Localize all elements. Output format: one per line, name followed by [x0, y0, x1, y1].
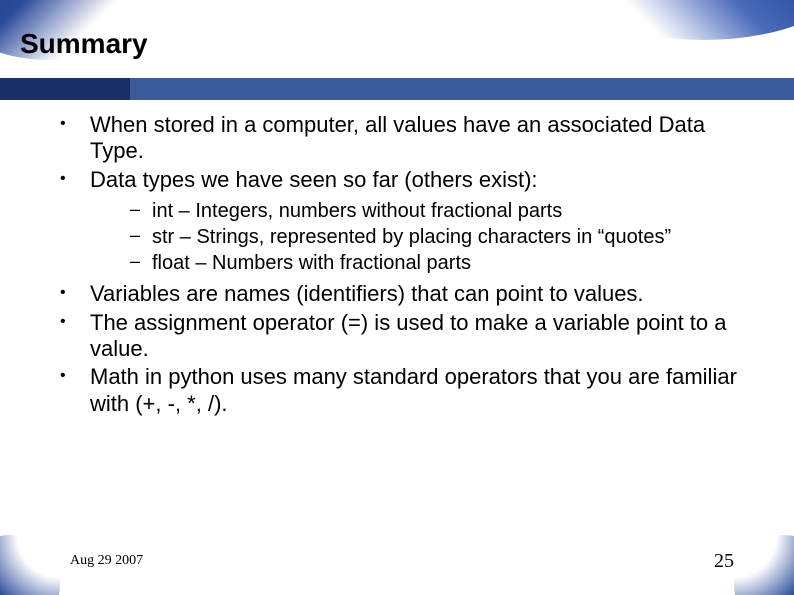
sub-bullet-item: str – Strings, represented by placing ch… [130, 225, 760, 249]
bullet-text: Math in python uses many standard operat… [90, 364, 737, 415]
bullet-item: When stored in a computer, all values ha… [70, 112, 760, 165]
corner-decoration-bottom-left [0, 535, 60, 595]
sub-bullet-item: int – Integers, numbers without fraction… [130, 199, 760, 223]
slide-content: When stored in a computer, all values ha… [40, 112, 760, 419]
title-bar [0, 78, 794, 100]
bullet-item: The assignment operator (=) is used to m… [70, 310, 760, 363]
footer-date: Aug 29 2007 [70, 553, 143, 569]
corner-decoration-top-right [594, 0, 794, 40]
slide-title: Summary [20, 28, 148, 60]
bullet-text: Variables are names (identifiers) that c… [90, 281, 644, 306]
bullet-text: When stored in a computer, all values ha… [90, 112, 705, 163]
footer-page-number: 25 [714, 550, 734, 573]
corner-decoration-bottom-right [734, 535, 794, 595]
bullet-item: Data types we have seen so far (others e… [70, 167, 760, 275]
sub-bullet-item: float – Numbers with fractional parts [130, 251, 760, 275]
bullet-text: Data types we have seen so far (others e… [90, 167, 538, 192]
bullet-text: The assignment operator (=) is used to m… [90, 310, 727, 361]
bullet-item: Variables are names (identifiers) that c… [70, 281, 760, 307]
bullet-item: Math in python uses many standard operat… [70, 364, 760, 417]
